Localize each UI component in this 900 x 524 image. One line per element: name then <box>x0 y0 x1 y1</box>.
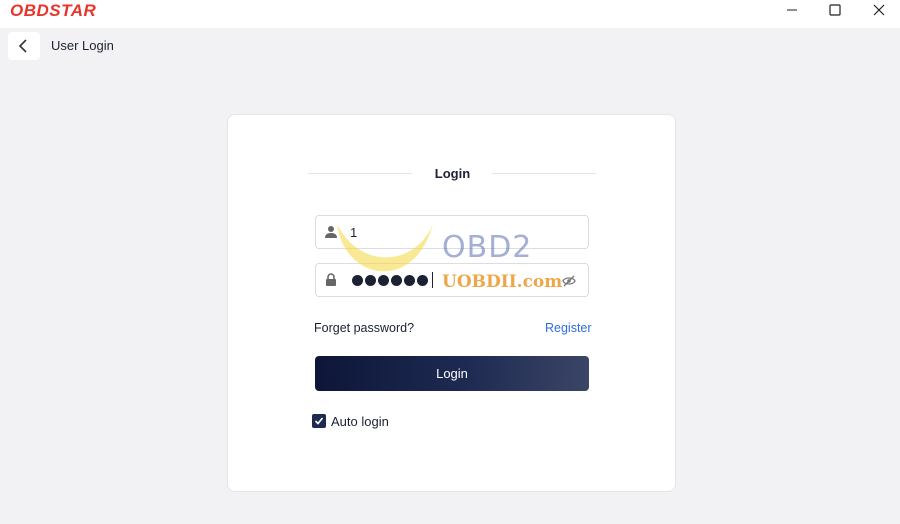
auto-login-checkbox[interactable]: Auto login <box>312 413 389 429</box>
page-title: User Login <box>51 38 114 53</box>
password-field[interactable] <box>315 263 589 297</box>
username-field[interactable] <box>315 215 589 249</box>
minimize-icon <box>787 9 797 11</box>
chevron-left-icon <box>18 39 27 53</box>
username-input[interactable] <box>350 222 550 242</box>
password-dot <box>378 274 389 286</box>
register-link[interactable]: Register <box>545 321 592 335</box>
password-dot <box>391 274 402 286</box>
password-dot <box>352 274 363 286</box>
back-button[interactable] <box>8 32 40 60</box>
password-dot <box>404 274 415 286</box>
maximize-icon <box>829 4 841 16</box>
close-button[interactable] <box>861 0 897 20</box>
eye-off-icon[interactable] <box>562 274 576 288</box>
text-caret <box>432 272 433 288</box>
maximize-button[interactable] <box>817 0 853 20</box>
page-header <box>0 28 900 64</box>
title-bar: OBDSTAR <box>0 0 900 28</box>
login-heading: Login <box>434 166 471 181</box>
password-dot <box>417 274 428 286</box>
lock-icon <box>326 273 336 286</box>
password-dot <box>365 274 376 286</box>
user-icon <box>325 226 337 238</box>
forget-password-link[interactable]: Forget password? <box>314 321 414 335</box>
obdstar-logo: OBDSTAR <box>10 1 97 20</box>
login-button[interactable]: Login <box>315 356 589 391</box>
login-card: Login Forget password? Register Login Au… <box>227 114 676 492</box>
auto-login-label: Auto login <box>331 413 389 429</box>
minimize-button[interactable] <box>774 0 810 20</box>
password-masked-value[interactable] <box>352 272 433 288</box>
checkbox-checked-icon[interactable] <box>312 414 326 428</box>
close-icon <box>873 4 885 16</box>
